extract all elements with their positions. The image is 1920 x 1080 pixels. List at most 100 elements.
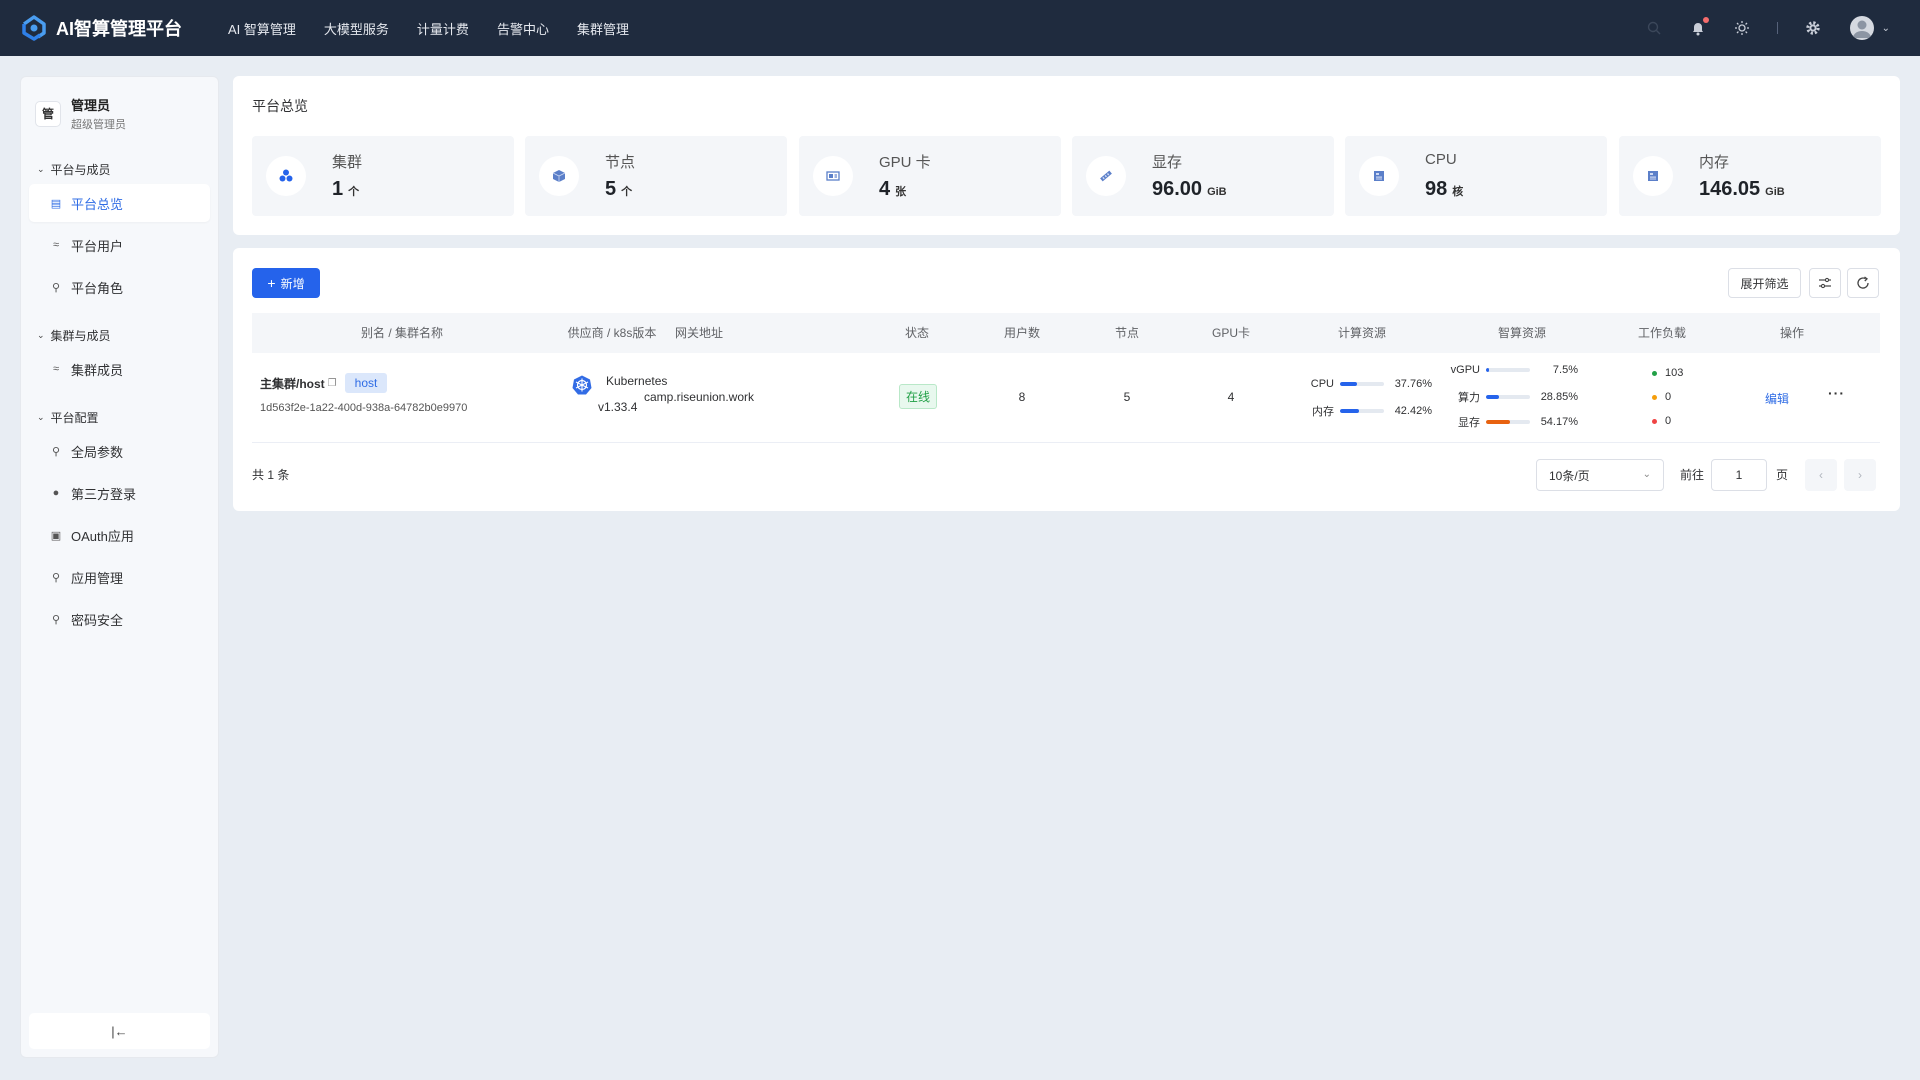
stat-label: 显存 <box>1152 154 1183 171</box>
chevron-down-icon[interactable]: ⌄ <box>1882 23 1890 34</box>
usage-bar-fill <box>1486 395 1499 399</box>
sidebar: 管 管理员 超级管理员 ⌄ 平台与成员 ▤ 平台总览 ≈ 平台用户 ⚲ 平台角色… <box>20 76 219 1058</box>
page-number-input[interactable] <box>1711 459 1767 491</box>
sidebar-item-label: 平台总览 <box>71 196 124 212</box>
chevron-right-icon: › <box>1858 468 1862 482</box>
sidebar-item-platform-users[interactable]: ≈ 平台用户 <box>29 226 210 264</box>
usage-bar-fill <box>1486 420 1510 424</box>
col-users: 用户数 <box>1003 326 1040 340</box>
workload-running: 103 <box>1652 367 1683 379</box>
chevron-down-icon: ⌄ <box>1642 469 1651 480</box>
usage-bar <box>1486 395 1530 399</box>
page-size-select[interactable]: 10条/页 ⌄ <box>1536 459 1664 491</box>
cluster-list-card: + 新增 展开筛选 别名 / 集群名称 供应商 / k8s版本 网关地址 状态 … <box>233 248 1900 511</box>
col-ai-resources: 智算资源 <box>1497 326 1546 340</box>
ai-compute-power: 算力 28.85% <box>1450 389 1578 405</box>
resource-label: CPU <box>1310 378 1334 390</box>
next-page-button[interactable]: › <box>1844 459 1876 491</box>
nav-llm-service[interactable]: 大模型服务 <box>324 19 389 38</box>
sidebar-item-label: 密码安全 <box>71 612 124 628</box>
search-icon[interactable] <box>1645 19 1663 37</box>
sidebar-item-label: 平台用户 <box>71 238 124 254</box>
sidebar-item-third-party-login[interactable]: ● 第三方登录 <box>29 474 210 512</box>
ram-icon <box>1633 156 1673 196</box>
col-compute: 计算资源 <box>1337 326 1386 340</box>
goto-label: 前往 <box>1680 468 1705 482</box>
stat-cluster: 集群 1个 <box>252 136 514 216</box>
total-count: 共 1 条 <box>252 468 290 482</box>
sidebar-item-oauth-apps[interactable]: ▣ OAuth应用 <box>29 516 210 554</box>
sidebar-item-label: 全局参数 <box>71 444 124 460</box>
node-count: 5 <box>1123 390 1131 404</box>
sidebar-item-label: 平台角色 <box>71 280 124 296</box>
refresh-button[interactable] <box>1847 268 1879 298</box>
avatar[interactable] <box>1849 16 1874 40</box>
overview-title: 平台总览 <box>252 98 308 114</box>
resource-value: 54.17% <box>1540 416 1578 428</box>
table-row[interactable]: 主集群/host ❐ host 1d563f2e-1a22-400d-938a-… <box>252 353 1880 443</box>
col-nodes: 节点 <box>1114 326 1139 340</box>
sidebar-item-platform-overview[interactable]: ▤ 平台总览 <box>29 184 210 222</box>
resource-value: 28.85% <box>1540 391 1578 403</box>
sidebar-item-global-params[interactable]: ⚲ 全局参数 <box>29 432 210 470</box>
gear-icon[interactable] <box>1804 19 1822 37</box>
cluster-alias-text: 主集群/host <box>260 376 325 391</box>
sidebar-group-platform-config[interactable]: ⌄ 平台配置 <box>21 406 218 428</box>
stat-value: 1个 <box>332 178 360 200</box>
resource-value: 7.5% <box>1552 364 1578 376</box>
usage-bar-fill <box>1340 382 1357 386</box>
copy-icon[interactable]: ❐ <box>328 378 337 389</box>
sidebar-item-cluster-members[interactable]: ≈ 集群成员 <box>29 350 210 388</box>
divider <box>1776 22 1778 34</box>
gateway-address: camp.riseunion.work <box>643 390 755 404</box>
col-gateway: 网关地址 <box>674 326 723 340</box>
user-count: 8 <box>1018 390 1026 404</box>
sidebar-group-cluster-members[interactable]: ⌄ 集群与成员 <box>21 324 218 346</box>
key-icon: ⚲ <box>51 613 61 626</box>
sidebar-item-app-management[interactable]: ⚲ 应用管理 <box>29 558 210 596</box>
bell-icon[interactable] <box>1689 17 1709 37</box>
stat-label: 集群 <box>332 154 363 171</box>
page-label: 页 <box>1776 468 1789 482</box>
logo-icon <box>22 15 46 41</box>
column-settings-button[interactable] <box>1809 268 1841 298</box>
workload-count: 103 <box>1665 367 1684 379</box>
sidebar-group-platform-members[interactable]: ⌄ 平台与成员 <box>21 158 218 180</box>
sidebar-item-label: 集群成员 <box>71 362 124 378</box>
chevron-down-icon: ⌄ <box>37 411 45 422</box>
stat-value: 5个 <box>605 178 633 200</box>
top-bar: AI智算管理平台 AI 智算管理 大模型服务 计量计费 告警中心 集群管理 ⌄ <box>0 0 1920 56</box>
workload-count: 0 <box>1665 415 1672 427</box>
nav-billing[interactable]: 计量计费 <box>417 19 469 38</box>
sidebar-item-password-security[interactable]: ⚲ 密码安全 <box>29 600 210 638</box>
theme-sun-icon[interactable] <box>1733 19 1751 37</box>
host-tag: host <box>344 373 388 393</box>
plus-icon: + <box>267 275 276 291</box>
collapse-sidebar-button[interactable]: |← <box>29 1013 210 1049</box>
stat-label: 内存 <box>1699 154 1730 171</box>
app-icon: ▣ <box>50 529 62 542</box>
brand[interactable]: AI智算管理平台 <box>20 15 210 41</box>
status-dot <box>1652 418 1657 424</box>
sidebar-item-platform-roles[interactable]: ⚲ 平台角色 <box>29 268 210 306</box>
user-name: 管理员 <box>71 98 111 113</box>
sidebar-item-label: OAuth应用 <box>71 528 134 544</box>
prev-page-button[interactable]: ‹ <box>1805 459 1837 491</box>
nav-ai-management[interactable]: AI 智算管理 <box>228 19 296 38</box>
top-right-tools: ⌄ <box>1619 0 1890 56</box>
expand-filter-button[interactable]: 展开筛选 <box>1728 268 1801 298</box>
stat-cpu: CPU 98 核 <box>1345 136 1607 216</box>
compute-cpu: CPU 37.76% <box>1304 378 1432 390</box>
nav-cluster-management[interactable]: 集群管理 <box>577 19 629 38</box>
ai-vram: 显存 54.17% <box>1450 414 1578 430</box>
cluster-icon <box>266 156 306 196</box>
login-icon: ● <box>52 487 60 499</box>
add-cluster-button[interactable]: + 新增 <box>252 268 320 298</box>
more-actions-icon[interactable]: ··· <box>1828 385 1845 401</box>
user-role: 超级管理员 <box>71 119 126 131</box>
cluster-id: 1d563f2e-1a22-400d-938a-64782b0e9970 <box>260 402 468 414</box>
nav-alerts[interactable]: 告警中心 <box>497 19 549 38</box>
user-avatar: 管 <box>35 100 61 127</box>
edit-link[interactable]: 编辑 <box>1765 390 1789 407</box>
resource-value: 37.76% <box>1394 378 1432 390</box>
